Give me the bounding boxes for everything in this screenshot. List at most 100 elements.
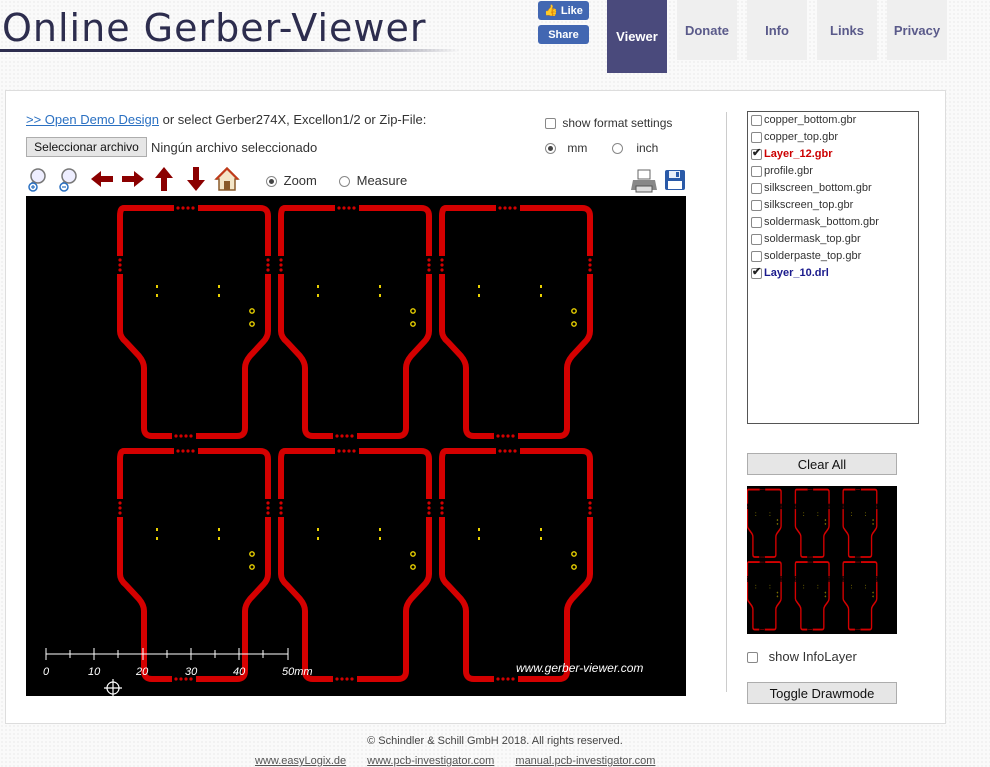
toggle-drawmode-button[interactable]: Toggle Drawmode: [747, 682, 897, 704]
layer-item[interactable]: Layer_12.gbr: [751, 146, 833, 160]
measure-mode-label: Measure: [356, 173, 408, 188]
thumbs-up-icon: 👍: [544, 5, 558, 17]
layer-checkbox[interactable]: [751, 199, 762, 211]
format-settings-label: show format settings: [562, 116, 673, 130]
layer-name: solderpaste_top.gbr: [764, 250, 862, 262]
pan-right-arrow-icon[interactable]: [120, 165, 146, 193]
layer-checkbox[interactable]: [751, 131, 762, 143]
unit-mm-label: mm: [567, 141, 588, 155]
footer-links: www.easyLogix.de www.pcb-investigator.co…: [255, 755, 673, 767]
unit-inch-option[interactable]: inch: [612, 141, 658, 155]
layer-name: Layer_10.drl: [764, 267, 829, 279]
tab-viewer[interactable]: Viewer: [607, 0, 667, 73]
layer-checkbox[interactable]: [751, 165, 762, 177]
layer-checkbox[interactable]: [751, 233, 762, 245]
unit-inch-radio[interactable]: [612, 143, 623, 155]
facebook-like-label: Like: [560, 4, 583, 17]
layer-list[interactable]: copper_bottom.gbr copper_top.gbr Layer_1…: [747, 111, 919, 424]
tab-info[interactable]: Info: [747, 0, 807, 60]
footer-link-manual[interactable]: manual.pcb-investigator.com: [515, 755, 655, 767]
overview-thumbnail[interactable]: [745, 486, 897, 634]
unit-mm-option[interactable]: mm: [545, 141, 587, 155]
home-icon[interactable]: [214, 165, 240, 193]
zoom-mode-radio[interactable]: [266, 176, 277, 188]
copyright-text: © Schindler & Schill GmbH 2018. All righ…: [367, 735, 623, 747]
footer-link-pcb-investigator[interactable]: www.pcb-investigator.com: [367, 755, 494, 767]
layer-item[interactable]: Layer_10.drl: [751, 265, 829, 279]
layer-name: soldermask_bottom.gbr: [764, 216, 879, 228]
logo-underline: [0, 49, 460, 52]
file-select-button[interactable]: Seleccionar archivo: [26, 137, 147, 157]
watermark-text: www.gerber-viewer.com: [516, 661, 643, 675]
layer-item[interactable]: soldermask_bottom.gbr: [751, 216, 879, 228]
zoom-mode-option[interactable]: Zoom: [266, 173, 317, 188]
panel-divider: [726, 112, 727, 692]
layer-checkbox[interactable]: [751, 250, 762, 262]
layer-checkbox[interactable]: [751, 182, 762, 194]
tab-donate[interactable]: Donate: [677, 0, 737, 60]
format-settings-checkbox[interactable]: [545, 118, 556, 130]
tab-info-label: Info: [765, 22, 789, 38]
layer-name: soldermask_top.gbr: [764, 233, 861, 245]
zoom-mode-label: Zoom: [283, 173, 317, 188]
pan-up-arrow-icon[interactable]: [151, 165, 177, 193]
measure-mode-radio[interactable]: [339, 176, 350, 188]
layer-name: copper_top.gbr: [764, 131, 838, 143]
layer-name: silkscreen_bottom.gbr: [764, 182, 872, 194]
select-file-text: or select Gerber274X, Excellon1/2 or Zip…: [162, 112, 427, 127]
pan-left-arrow-icon[interactable]: [89, 165, 115, 193]
layer-name: profile.gbr: [764, 165, 813, 177]
tab-links[interactable]: Links: [817, 0, 877, 60]
infolayer-label: show InfoLayer: [768, 649, 857, 664]
site-logo: Online Gerber-Viewer: [0, 4, 470, 54]
zoom-out-icon[interactable]: [57, 165, 83, 193]
layer-item[interactable]: profile.gbr: [751, 165, 813, 177]
layer-item[interactable]: copper_bottom.gbr: [751, 114, 856, 126]
layer-checkbox[interactable]: [751, 146, 762, 160]
layer-checkbox[interactable]: [751, 265, 762, 279]
footer-link-easylogix[interactable]: www.easyLogix.de: [255, 755, 346, 767]
infolayer-row: show InfoLayer: [747, 649, 857, 664]
unit-inch-label: inch: [636, 141, 659, 155]
layer-checkbox[interactable]: [751, 114, 762, 126]
tab-viewer-label: Viewer: [616, 29, 658, 44]
gerber-canvas[interactable]: 0 10 20 30 40 50mm www.gerber-viewer.com: [26, 196, 686, 696]
scale-label-50mm: 50mm: [282, 666, 313, 678]
unit-mm-radio[interactable]: [545, 143, 556, 155]
zoom-in-icon[interactable]: [26, 165, 52, 193]
format-settings-row: show format settings: [545, 116, 672, 130]
layer-name: silkscreen_top.gbr: [764, 199, 854, 211]
pan-down-arrow-icon[interactable]: [183, 165, 209, 193]
tab-links-label: Links: [830, 22, 864, 38]
facebook-share-label: Share: [548, 28, 579, 41]
layer-checkbox[interactable]: [751, 216, 762, 228]
measure-mode-option[interactable]: Measure: [339, 173, 407, 188]
open-file-row: >> Open Demo Design or select Gerber274X…: [26, 112, 426, 127]
scale-label-20: 20: [135, 666, 149, 678]
infolayer-checkbox[interactable]: [747, 652, 758, 664]
scale-label-10: 10: [88, 666, 101, 678]
scale-label-40: 40: [233, 666, 246, 678]
demo-design-link[interactable]: >> Open Demo Design: [26, 112, 159, 127]
layer-name: Layer_12.gbr: [764, 148, 833, 160]
facebook-share-button[interactable]: Share: [538, 25, 589, 44]
print-icon[interactable]: [631, 167, 657, 195]
facebook-like-button[interactable]: 👍 Like: [538, 1, 589, 20]
logo-text: Online Gerber-Viewer: [2, 6, 427, 50]
clear-all-button[interactable]: Clear All: [747, 453, 897, 475]
thumbnail-render: [745, 486, 880, 633]
layer-item[interactable]: silkscreen_bottom.gbr: [751, 182, 872, 194]
scale-label-30: 30: [185, 666, 198, 678]
layer-item[interactable]: silkscreen_top.gbr: [751, 199, 853, 211]
file-status-text: Ningún archivo seleccionado: [151, 140, 318, 155]
scale-label-0: 0: [43, 666, 50, 678]
layer-name: copper_bottom.gbr: [764, 114, 857, 126]
tab-privacy-label: Privacy: [893, 22, 941, 38]
save-icon[interactable]: [664, 169, 686, 191]
layer-item[interactable]: copper_top.gbr: [751, 131, 838, 143]
layer-item[interactable]: solderpaste_top.gbr: [751, 250, 861, 262]
tab-donate-label: Donate: [684, 22, 730, 38]
tab-privacy[interactable]: Privacy: [887, 0, 947, 60]
pcb-render: 0 10 20 30 40 50mm www.gerber-viewer.com: [26, 196, 643, 696]
layer-item[interactable]: soldermask_top.gbr: [751, 233, 861, 245]
